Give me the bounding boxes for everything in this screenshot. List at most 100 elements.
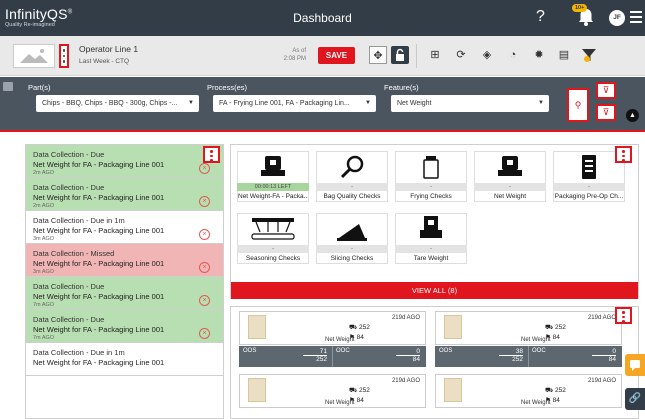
save-button[interactable]: SAVE: [318, 47, 355, 64]
dismiss-icon[interactable]: ×: [199, 229, 210, 240]
product-last-update: 219d AGO: [587, 315, 616, 321]
task-name: Net Weight for FA - Packaging Line 001: [33, 160, 165, 169]
report-icon[interactable]: ▤: [555, 46, 573, 64]
chat-button[interactable]: [625, 354, 645, 376]
clear-filter-icon[interactable]: ⊽: [596, 82, 616, 99]
check-label: Packaging Pre-Op Ch...: [553, 191, 625, 202]
avatar[interactable]: JF: [609, 10, 625, 26]
view-all-button[interactable]: VIEW ALL (8): [231, 282, 638, 299]
notification-badge: 10+: [572, 4, 588, 12]
product-feature: Net Weight: [521, 400, 551, 406]
refresh-icon[interactable]: ⟳: [452, 46, 470, 64]
caret-down-icon: ▼: [365, 100, 371, 106]
check-label: Frying Checks: [395, 191, 467, 202]
task-name: Net Weight for FA - Packaging Line 001: [33, 226, 165, 235]
line-thumbnail: [13, 44, 55, 68]
magnifier-bag-icon: [316, 151, 388, 183]
check-status: -: [237, 245, 309, 253]
check-status: -: [316, 183, 388, 191]
check-tile[interactable]: - Seasoning Checks: [237, 213, 309, 264]
check-tile[interactable]: 00:00:13 LEFT Net Weight-FA - Packa...: [237, 151, 309, 202]
task-item[interactable]: Data Collection - Due in 1m Net Weight fo…: [26, 211, 223, 244]
task-item[interactable]: Data Collection - Due Net Weight for FA -…: [26, 145, 223, 178]
ooc-label: OOC: [336, 348, 350, 354]
oos-label: OOS: [439, 348, 453, 354]
check-tile[interactable]: - Frying Checks: [395, 151, 467, 202]
check-label: Slicing Checks: [316, 253, 388, 264]
processes-select[interactable]: FA - Frying Line 001, FA - Packaging Lin…: [213, 95, 376, 112]
dismiss-icon[interactable]: ×: [199, 196, 210, 207]
collapse-filter-icon[interactable]: [3, 82, 13, 91]
product-last-update: 219d AGO: [391, 378, 420, 384]
task-time: 7m AGO: [33, 335, 55, 341]
task-item[interactable]: Data Collection - Due Net Weight for FA -…: [26, 277, 223, 310]
task-name: Net Weight for FA - Packaging Line 001: [33, 259, 165, 268]
chevron-up-icon[interactable]: ▲: [626, 109, 639, 122]
scale-bag-icon: [237, 151, 309, 183]
features-label: Feature(s): [384, 83, 419, 92]
task-status: Data Collection - Missed: [33, 249, 115, 258]
caret-down-icon: ▼: [188, 100, 194, 106]
as-of-label: As of 2:08 PM: [283, 48, 306, 62]
ooc-value: 0 84: [396, 348, 420, 363]
line-menu-button[interactable]: [59, 44, 69, 68]
notifications-button[interactable]: 10+: [572, 4, 596, 28]
check-status: -: [474, 183, 546, 191]
task-item[interactable]: Data Collection - Due Net Weight for FA -…: [26, 310, 223, 343]
hamburger-menu-icon[interactable]: [630, 11, 642, 26]
subgroup-count: ⛟ 252: [545, 324, 566, 331]
product-card[interactable]: 219d AGO ⛟ 252 ⚑ 84 Net Weight: [435, 374, 622, 418]
checks-menu-button[interactable]: [615, 146, 632, 163]
product-card[interactable]: 219d AGO ⛟ 252 ⚑ 84 Net Weight OOS 38 252 OOC 0 8…: [435, 311, 622, 369]
products-menu-button[interactable]: [615, 307, 632, 324]
check-tile[interactable]: - Net Weight: [474, 151, 546, 202]
product-card[interactable]: 219d AGO ⛟ 252 ⚑ 84 Net Weight OOS 71 252 OOC 0 8…: [239, 311, 426, 369]
dismiss-icon[interactable]: ×: [199, 262, 210, 273]
help-icon[interactable]: ?: [536, 8, 545, 26]
check-status: -: [553, 183, 625, 191]
dismiss-icon[interactable]: ×: [199, 328, 210, 339]
check-status: -: [316, 245, 388, 253]
fryer-icon: [395, 151, 467, 183]
task-item[interactable]: Data Collection - Due Net Weight for FA -…: [26, 178, 223, 211]
task-list-menu-button[interactable]: [203, 146, 220, 163]
tag-icon[interactable]: ◈: [478, 46, 496, 64]
task-time: 2m AGO: [33, 170, 55, 176]
check-tile[interactable]: - Tare Weight: [395, 213, 467, 264]
gauge-icon[interactable]: ◔: [504, 46, 522, 64]
features-select[interactable]: Net Weight ▼: [391, 95, 549, 112]
gear-icon[interactable]: ✹: [530, 46, 548, 64]
check-tile[interactable]: - Slicing Checks: [316, 213, 388, 264]
filter-options-icon[interactable]: ⊽: [596, 104, 616, 121]
add-widget-icon[interactable]: ⊞: [426, 46, 444, 64]
task-item[interactable]: Data Collection - Due in 1m Net Weight fo…: [26, 343, 223, 376]
line-name: Operator Line 1: [79, 44, 139, 54]
check-tile[interactable]: - Bag Quality Checks: [316, 151, 388, 202]
link-icon[interactable]: 🔗: [625, 388, 645, 410]
task-status: Data Collection - Due in 1m: [33, 216, 125, 225]
task-time: 3m AGO: [33, 269, 55, 275]
product-card[interactable]: 219d AGO ⛟ 252 ⚑ 84 Net Weight: [239, 374, 426, 418]
product-feature: Net Weight: [521, 337, 551, 343]
check-status: 00:00:13 LEFT: [237, 183, 309, 191]
task-time: 3m AGO: [33, 236, 55, 242]
page-title: Dashboard: [293, 11, 352, 25]
product-last-update: 219d AGO: [587, 378, 616, 384]
seasoning-icon: [237, 213, 309, 245]
oos-value: 71 252: [303, 348, 327, 363]
filter-icon[interactable]: [580, 46, 598, 64]
task-item[interactable]: Data Collection - Missed Net Weight for F…: [26, 244, 223, 277]
search-icon[interactable]: ⚲: [567, 88, 589, 122]
dismiss-icon[interactable]: ×: [199, 295, 210, 306]
check-status: -: [395, 245, 467, 253]
unlock-icon[interactable]: [391, 46, 409, 64]
parts-select[interactable]: Chips - BBQ, Chips - BBQ - 300g, Chips -…: [36, 95, 199, 112]
dismiss-icon[interactable]: ×: [199, 163, 210, 174]
chat-icon: [630, 360, 640, 371]
move-icon[interactable]: ✥: [369, 46, 387, 64]
product-image: [248, 378, 266, 402]
task-status: Data Collection - Due: [33, 150, 105, 159]
product-image: [248, 315, 266, 339]
ooc-label: OOC: [532, 348, 546, 354]
processes-label: Process(es): [207, 83, 248, 92]
